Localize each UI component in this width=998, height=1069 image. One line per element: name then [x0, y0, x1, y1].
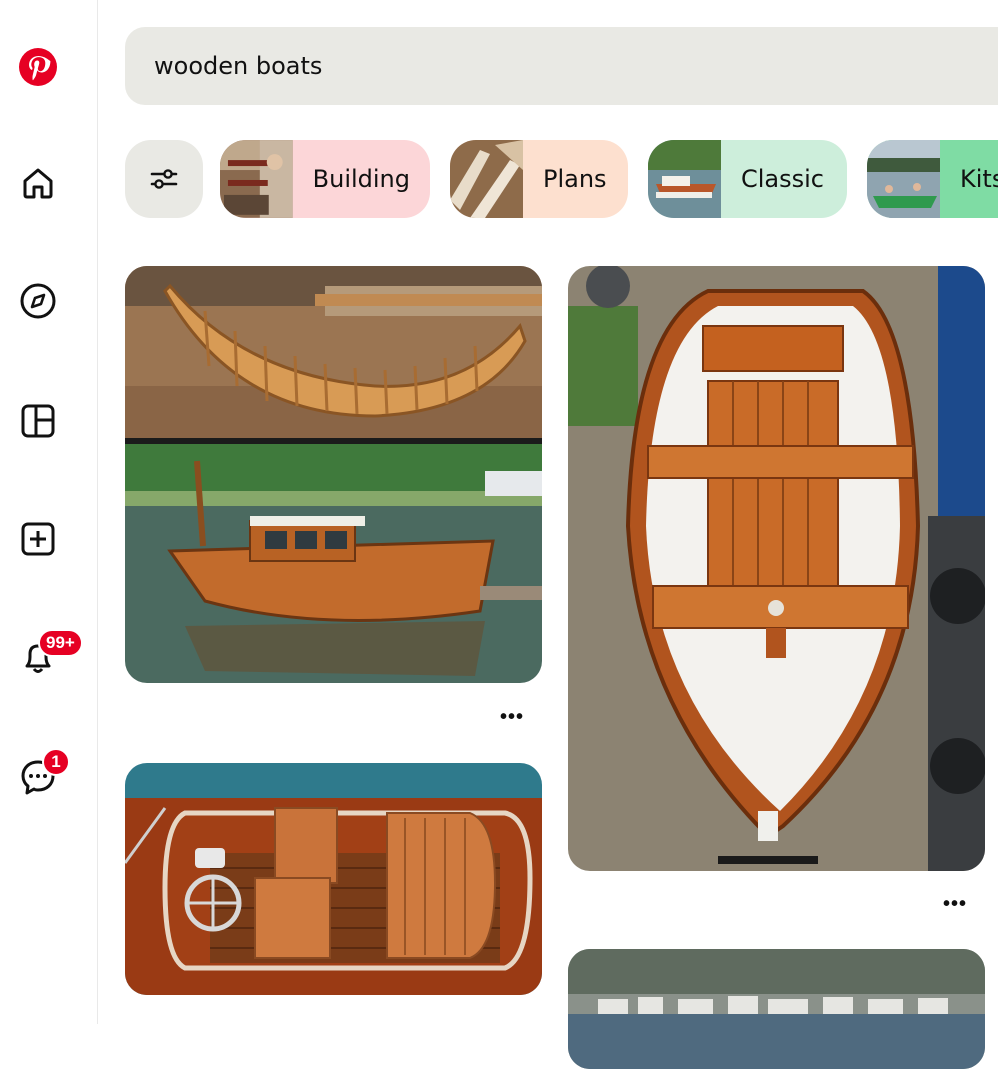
search-input[interactable]: [152, 51, 756, 81]
pin-coastal-town[interactable]: [568, 949, 985, 1069]
pin-more-button[interactable]: •••: [500, 706, 524, 729]
messages-badge: 1: [42, 748, 70, 776]
chip-label: Classic: [741, 165, 825, 193]
explore-icon[interactable]: [17, 280, 59, 322]
pin-image: [568, 949, 985, 1069]
pin-more-button[interactable]: •••: [943, 893, 967, 916]
sliders-icon: [150, 169, 178, 189]
chip-label: Plans: [543, 165, 607, 193]
pin-runabout-interior[interactable]: [125, 763, 542, 995]
pin-rowboat[interactable]: [568, 266, 985, 871]
home-icon[interactable]: [17, 162, 59, 204]
pin-boat-building-collage[interactable]: [125, 266, 542, 683]
pin-image: [125, 763, 542, 995]
chip-label: Kits: [960, 165, 998, 193]
notifications-badge: 99+: [38, 629, 83, 657]
pinterest-logo[interactable]: [17, 46, 59, 88]
chip-thumbnail: [450, 140, 523, 218]
chip-classic[interactable]: Classic: [648, 140, 847, 218]
chip-thumbnail: [648, 140, 721, 218]
chip-building[interactable]: Building: [220, 140, 430, 218]
chip-thumbnail: [867, 140, 940, 218]
dashboard-icon[interactable]: [17, 400, 59, 442]
chip-kits[interactable]: Kits: [867, 140, 998, 218]
chip-thumbnail: [220, 140, 293, 218]
filters-button[interactable]: [125, 140, 203, 218]
chip-label: Building: [312, 165, 410, 193]
create-icon[interactable]: [17, 518, 59, 560]
pin-image: [125, 266, 542, 683]
search-bar[interactable]: [125, 27, 998, 105]
chip-plans[interactable]: Plans: [450, 140, 628, 218]
pin-image: [568, 266, 985, 871]
sidebar: 99+ 1: [0, 0, 98, 1024]
